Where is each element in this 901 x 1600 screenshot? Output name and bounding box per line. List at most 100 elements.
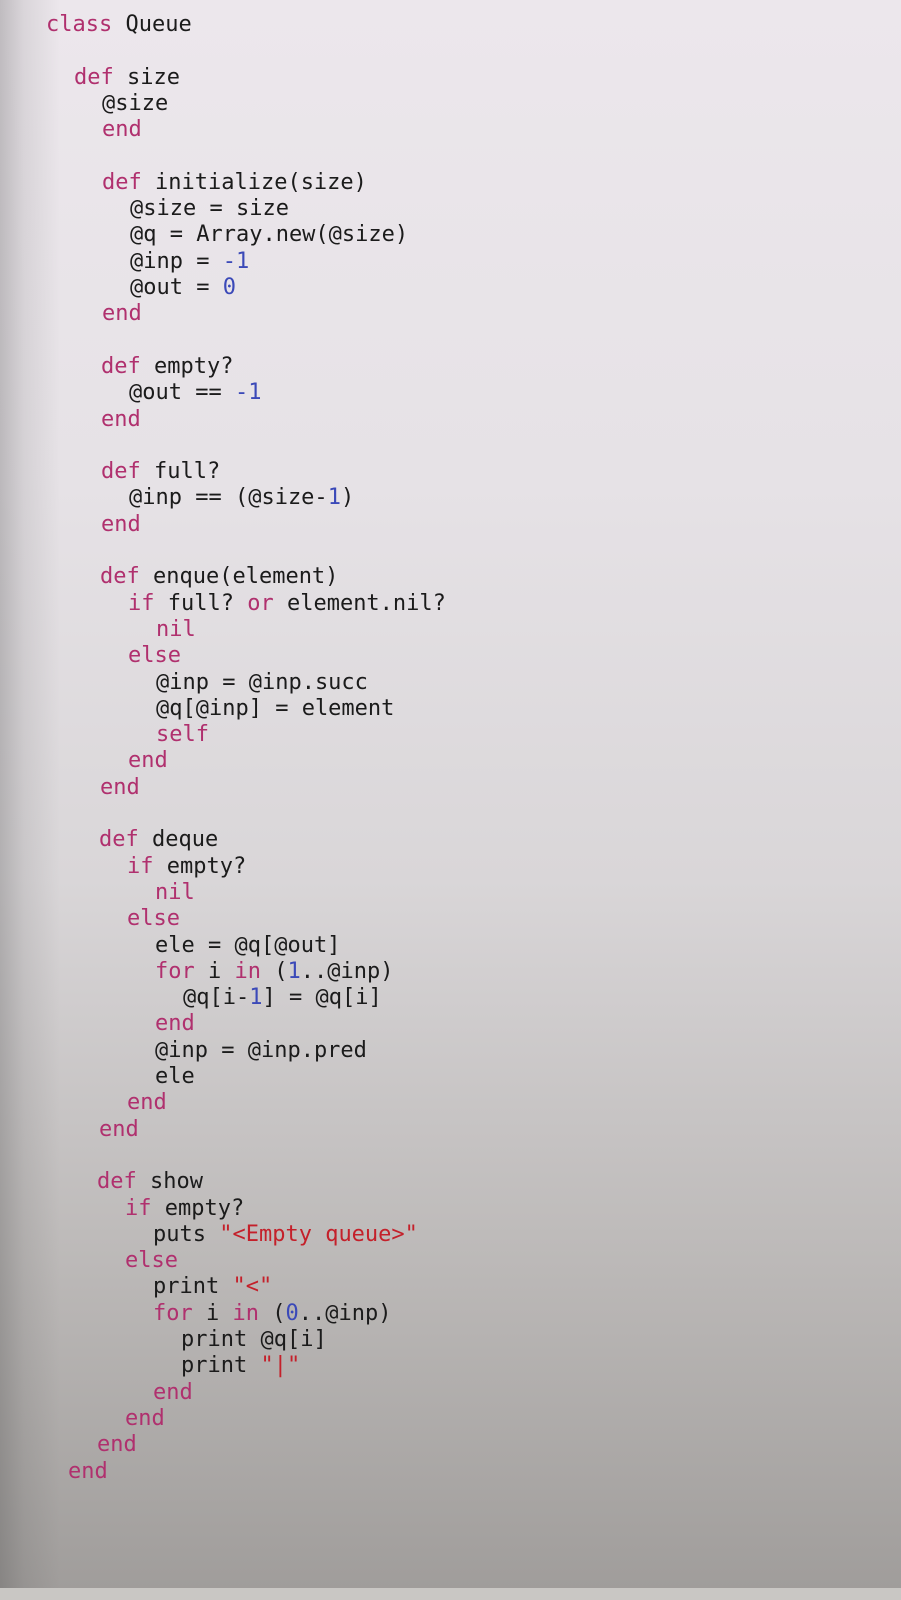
code-token: enque(element) — [139, 564, 339, 590]
code-token: ..@inp) — [300, 958, 394, 984]
code-line: @size — [102, 91, 168, 117]
code-line: for i in (0..@inp) — [153, 1301, 391, 1327]
code-token: "<Empty queue>" — [219, 1221, 418, 1247]
code-token: end — [97, 1432, 137, 1458]
code-token: end — [101, 511, 141, 537]
code-line: if empty? — [127, 854, 246, 880]
code-token: if — [127, 853, 154, 879]
code-line: else — [128, 643, 181, 669]
code-line: end — [128, 748, 168, 774]
code-line: print @q[i] — [181, 1327, 327, 1353]
code-line: end — [153, 1380, 193, 1406]
code-line: @inp = @inp.pred — [155, 1038, 367, 1064]
code-line: else — [127, 906, 180, 932]
code-line: def full? — [101, 459, 220, 485]
code-line: print "|" — [181, 1353, 300, 1379]
code-line: @inp == (@size-1) — [129, 485, 354, 511]
code-line: nil — [155, 880, 195, 906]
code-token: element.nil? — [273, 590, 446, 616]
code-line: @inp = @inp.succ — [156, 670, 368, 696]
code-token: @out = — [130, 275, 223, 300]
code-token: end — [102, 117, 142, 143]
code-token: 0 — [222, 275, 236, 300]
code-token: class — [46, 12, 113, 37]
code-line: def enque(element) — [100, 564, 338, 590]
code-line: for i in (1..@inp) — [155, 959, 393, 985]
code-token: @inp = @inp.succ — [156, 669, 368, 695]
code-token: end — [155, 1011, 195, 1037]
code-line: if full? or element.nil? — [128, 591, 446, 617]
code-token: size — [113, 64, 180, 90]
code-token: empty? — [140, 353, 234, 379]
code-token: end — [99, 1116, 139, 1142]
code-token: initialize(size) — [141, 169, 367, 195]
code-token: or — [247, 590, 274, 616]
code-line: @q = Array.new(@size) — [130, 222, 408, 248]
code-line: self — [156, 722, 209, 748]
code-token: ele — [155, 1064, 195, 1089]
code-token: for — [155, 958, 195, 984]
code-token: full? — [154, 590, 248, 616]
code-token: @inp == (@size- — [129, 485, 328, 511]
code-token: ] = @q[i] — [262, 985, 382, 1011]
code-token: else — [128, 643, 181, 669]
code-token: empty? — [151, 1195, 245, 1221]
code-line: def size — [74, 65, 180, 91]
code-token: for — [153, 1300, 193, 1326]
code-token: @out == — [129, 380, 235, 406]
code-line: @out == -1 — [129, 380, 261, 406]
code-token: @size = size — [130, 196, 289, 222]
code-token: @inp = — [130, 248, 223, 274]
code-token: puts — [153, 1221, 220, 1247]
code-line: ele — [155, 1064, 195, 1090]
code-token: Queue — [112, 12, 192, 37]
code-token: print — [153, 1274, 233, 1300]
code-token: def — [101, 459, 141, 485]
code-line: else — [125, 1248, 178, 1274]
code-token: ele = @q[@out] — [155, 932, 341, 958]
code-token: ( — [259, 1300, 286, 1326]
code-line: @inp = -1 — [130, 249, 249, 275]
code-line: def empty? — [101, 354, 233, 380]
code-token: 0 — [285, 1300, 299, 1326]
code-token: -1 — [222, 248, 250, 274]
code-token: @inp = @inp.pred — [155, 1037, 367, 1063]
code-line: end — [99, 1117, 139, 1143]
code-line: end — [125, 1406, 165, 1432]
code-token: i — [194, 958, 235, 984]
code-token: @q[i- — [183, 985, 250, 1011]
code-line: class Queue — [46, 12, 192, 38]
code-token: end — [128, 748, 168, 774]
code-line: end — [97, 1432, 137, 1458]
code-token: in — [232, 1300, 260, 1326]
code-token: full? — [140, 459, 221, 485]
code-token: -1 — [234, 380, 262, 406]
code-token: ( — [261, 958, 288, 984]
code-line: end — [68, 1459, 108, 1485]
code-token: 1 — [287, 958, 301, 984]
code-line: puts "<Empty queue>" — [153, 1222, 418, 1248]
code-token: deque — [138, 827, 219, 853]
code-token: ) — [340, 485, 355, 511]
code-token: empty? — [153, 853, 247, 879]
code-token: @size — [102, 90, 169, 116]
code-token: def — [102, 169, 142, 195]
code-token: 1 — [249, 985, 263, 1011]
code-line: def initialize(size) — [102, 170, 367, 196]
code-line: @out = 0 — [130, 275, 236, 301]
code-token: def — [74, 64, 114, 90]
code-token: else — [125, 1248, 178, 1274]
code-line: @size = size — [130, 196, 289, 222]
code-line: end — [101, 512, 141, 538]
code-line: def deque — [99, 827, 218, 853]
code-token: in — [234, 958, 262, 984]
code-token: end — [102, 301, 142, 327]
code-token: def — [100, 564, 140, 590]
code-line: end — [102, 301, 142, 327]
code-token: print @q[i] — [181, 1327, 327, 1352]
code-token: end — [127, 1090, 167, 1116]
code-token: i — [192, 1300, 233, 1326]
code-line: print "<" — [153, 1274, 272, 1300]
code-line: def show — [97, 1169, 203, 1195]
code-token: end — [153, 1379, 193, 1405]
